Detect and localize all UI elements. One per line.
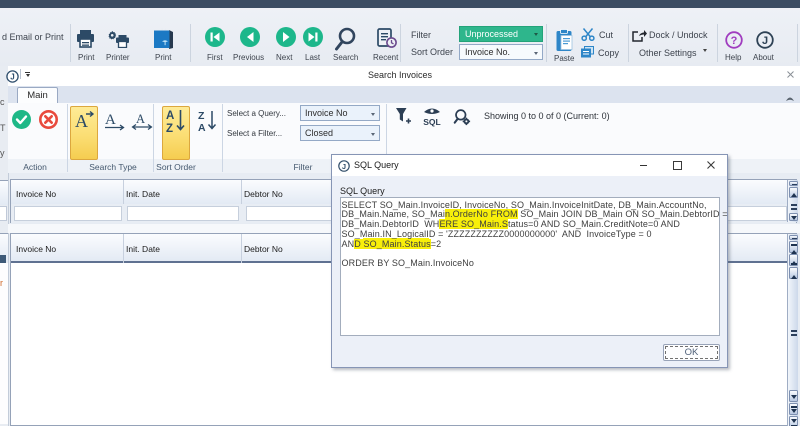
- svg-text:Z: Z: [166, 123, 173, 135]
- svg-text:A: A: [198, 122, 206, 134]
- svg-text:A: A: [166, 110, 174, 122]
- svg-text:Z: Z: [198, 110, 205, 122]
- svg-text:SQL: SQL: [423, 117, 440, 127]
- svg-text:?: ?: [731, 35, 738, 47]
- svg-text:A: A: [105, 112, 116, 128]
- svg-text:J: J: [762, 35, 768, 47]
- svg-text:J: J: [342, 162, 346, 171]
- svg-text:A: A: [136, 112, 145, 126]
